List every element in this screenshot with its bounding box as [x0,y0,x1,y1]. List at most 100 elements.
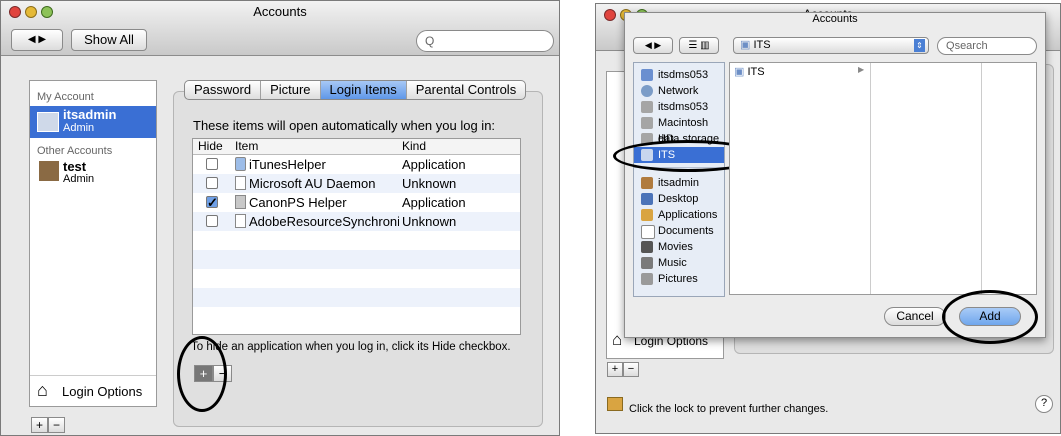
col-hide[interactable]: Hide [198,139,223,154]
column-item-its[interactable]: ▣ ITS [734,65,765,78]
add-account-button[interactable]: + [31,417,48,433]
sidebar-item-pictures[interactable]: Pictures [634,271,724,287]
view-mode-buttons[interactable]: ☰ ▥ [679,37,719,54]
table-row[interactable]: iTunesHelper Application [193,155,520,174]
document-icon [235,176,246,190]
home-icon [641,177,653,189]
hide-checkbox-checked[interactable]: ✓ [206,195,218,210]
hide-checkbox[interactable] [206,158,218,170]
highlight-oval-add [942,290,1038,344]
sidebar-item-music[interactable]: Music [634,255,724,271]
sheet-title: Accounts [812,13,858,25]
back-forward-buttons[interactable]: ◀ ▶ [633,37,673,54]
folder-icon: ▣ [740,39,751,51]
music-icon [641,257,653,269]
account-name: test [63,159,87,174]
cancel-button[interactable]: Cancel [884,307,946,326]
item-name: iTunesHelper [249,157,326,172]
window-title: Accounts [253,4,307,19]
computer-icon [641,69,653,81]
desktop-icon [641,193,653,205]
sheet-search-field[interactable]: Qsearch [937,37,1037,55]
globe-icon [641,85,653,97]
sidebar-item-network[interactable]: Network [634,83,724,99]
hide-hint: To hide an application when you log in, … [191,341,511,353]
sidebar-item-itsdms053-disk[interactable]: itsdms053 [634,99,724,115]
document-icon [235,214,246,228]
disk-icon [641,117,653,129]
avatar [39,161,59,181]
avatar [37,112,59,132]
col-kind[interactable]: Kind [402,139,426,154]
app-icon [235,157,246,171]
table-row[interactable]: AdobeResourceSynchronizer Unknown [193,212,520,231]
account-test[interactable]: test Admin [30,159,156,189]
col-item[interactable]: Item [235,139,258,154]
sidebar-item-documents[interactable]: Documents [634,223,724,239]
browser-column-1: ▣ ITS ▶ [730,63,871,294]
app-icon [235,195,246,209]
show-all-button[interactable]: Show All [71,29,147,51]
pictures-icon [641,273,653,285]
search-field[interactable]: Q [416,30,554,52]
lock-text: Click the lock to prevent further change… [629,403,829,415]
documents-icon [641,225,655,239]
sidebar-item-applications[interactable]: Applications [634,207,724,223]
location-popup[interactable]: ▣ ITS ⇕ [733,37,929,54]
tab-password[interactable]: Password [185,81,262,99]
search-icon: Q [946,40,955,52]
help-button[interactable]: ? [1035,395,1053,413]
popup-arrows-icon: ⇕ [914,39,925,52]
chevron-right-icon: ▶ [858,65,865,74]
tab-login-items[interactable]: Login Items [320,81,407,99]
movies-icon [641,241,653,253]
applications-icon [641,209,653,221]
browser-column-2 [871,63,982,294]
item-kind: Application [402,195,466,210]
login-items-intro: These items will open automatically when… [193,118,496,133]
login-options-label: Login Options [62,384,143,399]
house-icon: ⌂ [612,330,623,349]
sidebar-item-macintosh-hd[interactable]: Macintosh HD [634,115,724,145]
remove-account-button[interactable]: − [48,417,65,433]
item-kind: Unknown [402,176,457,191]
back-forward-buttons[interactable]: ◀ ▶ [11,29,63,51]
item-name: CanonPS Helper [249,195,347,210]
sidebar-item-movies[interactable]: Movies [634,239,724,255]
remove-account-button[interactable]: − [623,362,639,377]
item-name: Microsoft AU Daemon [249,176,376,191]
item-kind: Application [402,157,466,172]
column-browser: ▣ ITS ▶ [729,62,1037,295]
accounts-list: My Account itsadmin Admin Other Accounts… [29,80,157,407]
folder-icon: ▣ [734,66,745,78]
add-account-button[interactable]: + [607,362,623,377]
right-accounts-window: Accounts ⌂ Login Options + − Click the l… [595,3,1061,434]
search-icon: Q [425,34,435,48]
account-itsadmin[interactable]: itsadmin Admin [30,106,156,138]
account-name: itsadmin [63,107,117,122]
house-icon: ⌂ [37,380,48,400]
tab-bar: Password Picture Login Items Parental Co… [184,80,527,100]
item-name: AdobeResourceSynchronizer [249,214,399,229]
login-options-row[interactable]: ⌂ Login Options [30,375,156,408]
login-items-table: Hide Item Kind iTunesHelper Application … [192,138,521,335]
sidebar-item-itsdms053[interactable]: itsdms053 [634,67,724,83]
sidebar-item-desktop[interactable]: Desktop [634,191,724,207]
lock-icon[interactable] [607,397,623,411]
sidebar: itsdms053 Network itsdms053 Macintosh HD… [633,62,725,297]
disk-icon [641,101,653,113]
open-sheet: Accounts ◀ ▶ ☰ ▥ ▣ ITS ⇕ Qsearch itsdms0… [613,12,1046,344]
other-accounts-header: Other Accounts [37,145,113,157]
my-account-header: My Account [37,91,94,103]
tab-picture[interactable]: Picture [261,81,321,99]
table-row[interactable]: ✓ CanonPS Helper Application [193,193,520,212]
account-role: Admin [63,173,95,185]
table-row[interactable]: Microsoft AU Daemon Unknown [193,174,520,193]
hide-checkbox[interactable] [206,177,218,189]
sidebar-item-itsadmin[interactable]: itsadmin [634,175,724,191]
item-kind: Unknown [402,214,457,229]
hide-checkbox[interactable] [206,215,218,227]
tab-parental-controls[interactable]: Parental Controls [407,81,525,99]
checkmark-icon: ✓ [207,195,218,210]
left-accounts-window: Accounts ◀ ▶ Show All Q My Account itsad… [0,0,560,436]
